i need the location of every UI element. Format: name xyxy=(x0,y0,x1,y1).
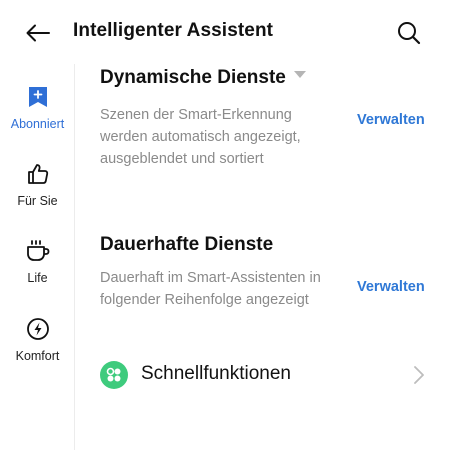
sidebar-item-label: Komfort xyxy=(15,349,60,363)
page-title: Intelligenter Assistent xyxy=(73,20,274,41)
sidebar-item-fuer-sie[interactable]: Für Sie xyxy=(0,161,75,208)
sidebar-item-komfort[interactable]: Komfort xyxy=(0,316,75,363)
main-content: Dynamische Dienste Szenen der Smart-Erke… xyxy=(76,64,449,450)
caret-down-icon[interactable] xyxy=(293,71,306,79)
bookmark-plus-icon xyxy=(25,84,51,110)
dynamic-services-description: Szenen der Smart-Erkennung werden automa… xyxy=(100,107,301,167)
lightning-icon xyxy=(25,316,51,342)
coffee-cup-icon xyxy=(25,238,51,264)
dynamic-manage-button[interactable]: Verwalten xyxy=(357,112,425,128)
permanent-manage-button[interactable]: Verwalten xyxy=(357,279,425,295)
sidebar-item-label: Für Sie xyxy=(17,194,58,208)
sidebar-item-label: Life xyxy=(27,271,48,285)
category-sidebar: Abonniert Für Sie Life Komfort xyxy=(0,64,75,450)
arrow-left-icon xyxy=(26,24,50,42)
sidebar-item-label: Abonniert xyxy=(10,117,65,131)
shortcut-functions-row[interactable]: Schnellfunktionen xyxy=(100,360,430,390)
permanent-services-description: Dauerhaft im Smart-Assistenten in folgen… xyxy=(100,270,321,308)
permanent-services-title: Dauerhafte Dienste xyxy=(100,234,274,255)
chevron-right-icon xyxy=(412,364,426,386)
shortcut-functions-label: Schnellfunktionen xyxy=(141,363,291,384)
sidebar-item-abonniert[interactable]: Abonniert xyxy=(0,84,75,131)
four-dots-icon xyxy=(100,361,128,389)
back-button[interactable] xyxy=(24,20,52,46)
thumbs-up-icon xyxy=(25,161,51,187)
search-button[interactable] xyxy=(396,20,422,46)
sidebar-divider xyxy=(74,64,75,450)
app-header: Intelligenter Assistent xyxy=(0,0,449,64)
dynamic-services-title: Dynamische Dienste xyxy=(100,67,306,89)
sidebar-item-life[interactable]: Life xyxy=(0,238,75,285)
search-icon xyxy=(398,22,421,45)
dynamic-services-title-text: Dynamische Dienste xyxy=(100,67,286,88)
